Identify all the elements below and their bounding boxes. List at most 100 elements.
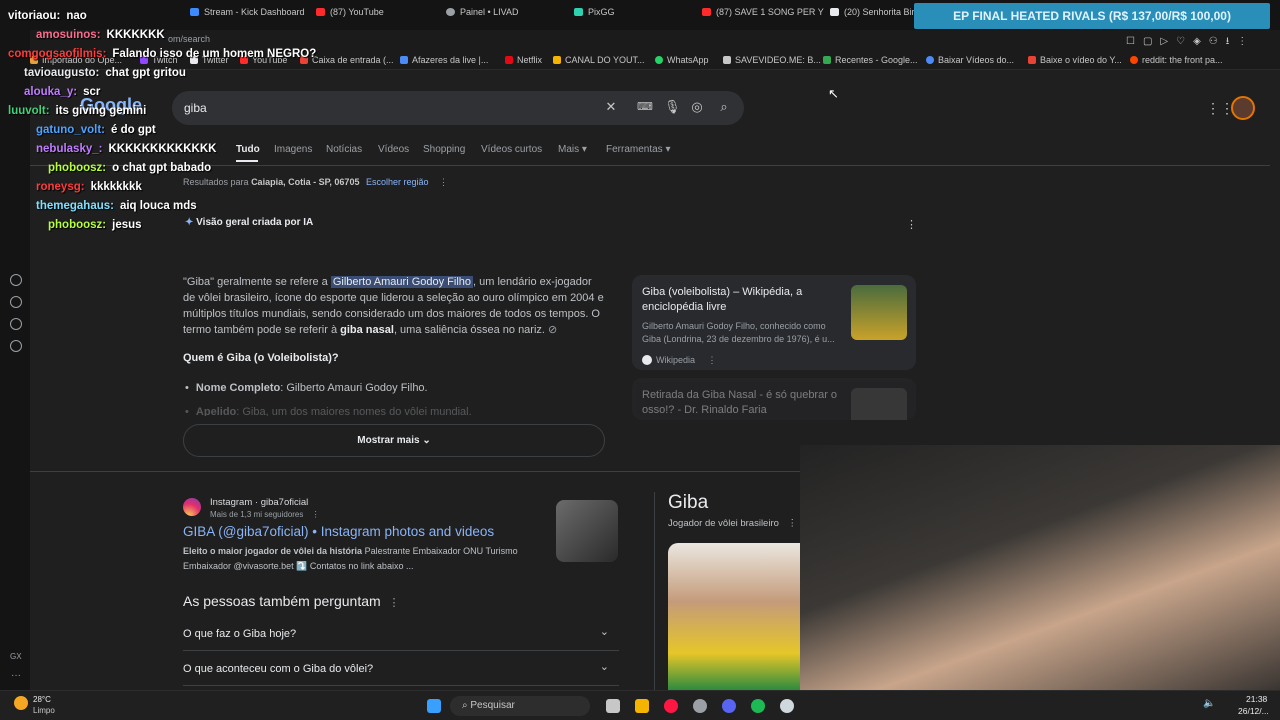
more-options-icon[interactable]: ⋮ (439, 177, 448, 187)
mouse-cursor: ↖ (828, 86, 839, 101)
windows-start-icon[interactable] (427, 699, 441, 713)
chat-message: phoboosz: o chat gpt babado (48, 162, 212, 174)
more-options-icon[interactable]: ⋮ (788, 518, 798, 529)
bookmark-item[interactable]: WhatsApp (655, 55, 709, 65)
tab-ferramentas[interactable]: Ferramentas ▾ (606, 144, 671, 155)
history-icon[interactable] (10, 296, 22, 308)
search-icon: ⌕ (462, 700, 468, 711)
result-thumbnail[interactable] (556, 500, 618, 562)
kp-main-image[interactable] (668, 543, 808, 690)
more-options-icon[interactable]: ⋮ (389, 597, 400, 609)
file-explorer-icon[interactable] (635, 699, 649, 713)
source-snippet: Gilberto Amauri Godoy Filho, conhecido c… (642, 321, 835, 344)
clock-time[interactable]: 21:38 (1246, 694, 1267, 704)
spotify-icon[interactable] (751, 699, 765, 713)
chat-message: gatuno_volt: é do gpt (36, 124, 156, 136)
bookmark-item[interactable]: Afazeres da live |... (400, 55, 488, 65)
source-thumbnail (851, 388, 907, 420)
app-icon[interactable] (780, 699, 794, 713)
clear-icon[interactable]: ✕ (604, 100, 618, 114)
chat-message: alouka_y: scr (24, 86, 101, 98)
source-title[interactable]: Giba (voleibolista) – Wikipédia, a encic… (642, 285, 842, 315)
weather-temp[interactable]: 28°C (33, 695, 51, 704)
settings-icon[interactable] (10, 340, 22, 352)
result-followers: Mais de 1,3 mi seguidores ⋮ (210, 510, 320, 519)
apps-grid-icon[interactable]: ⋮⋮ (1206, 100, 1234, 117)
taskbar-search[interactable]: ⌕ Pesquisar (450, 696, 590, 716)
reddit-icon (1130, 56, 1138, 64)
bookmark-item[interactable]: Baixar Vídeos do... (926, 55, 1014, 65)
tab-videos[interactable]: Vídeos (378, 144, 409, 155)
ai-subheading: Quem é Giba (o Voleibolista)? (183, 352, 339, 364)
ai-list-item: • Nome Completo: Gilberto Amauri Godoy F… (185, 382, 428, 394)
tab-pixgg[interactable]: PixGG (574, 7, 615, 17)
bookmark-item[interactable]: Baixe o vídeo do Y... (1028, 55, 1122, 65)
notion-icon (400, 56, 408, 64)
bookmark-item[interactable]: reddit: the front pa... (1130, 55, 1223, 65)
bookmark-item[interactable]: Netflix (505, 55, 542, 65)
x-icon (830, 8, 839, 16)
result-snippet: Eleito o maior jogador de vôlei da histó… (183, 546, 518, 571)
show-more-button[interactable]: Mostrar mais ⌄ (183, 424, 605, 457)
livad-icon (446, 8, 455, 16)
search-icon[interactable]: ⌕ (717, 100, 731, 114)
taskbar: 28°C Limpo ⌕ Pesquisar 🔈 21:38 26/12/... (0, 690, 1280, 720)
ai-overview-text: "Giba" geralmente se refere a Gilberto A… (183, 276, 604, 336)
discord-icon[interactable] (722, 699, 736, 713)
tab-shopping[interactable]: Shopping (423, 144, 465, 155)
keyboard-icon[interactable]: ⌨ (637, 100, 653, 114)
chat-message: roneysg: kkkkkkkk (36, 181, 142, 193)
choose-region-link[interactable]: Escolher região (366, 177, 429, 187)
more-options-icon[interactable]: ⋮ (312, 510, 320, 519)
tab-x[interactable]: (20) Senhorita Bira (830, 7, 920, 17)
bookmark-item[interactable]: CANAL DO YOUT... (553, 55, 645, 65)
avatar[interactable] (1231, 96, 1255, 120)
tab-mais[interactable]: Mais ▾ (558, 144, 587, 155)
opera-gx-icon[interactable] (664, 699, 678, 713)
volume-icon[interactable]: 🔈 (1203, 698, 1215, 709)
goal-banner: EP FINAL HEATED RIVALS (R$ 137,00/R$ 100… (914, 3, 1270, 29)
weather-icon (14, 696, 28, 710)
gx-icon[interactable]: GX (10, 652, 22, 661)
mic-icon[interactable]: 🎙 (664, 100, 681, 114)
divider (654, 492, 655, 692)
tab-youtube-song[interactable]: (87) SAVE 1 SONG PER Y (702, 7, 824, 17)
clock-date[interactable]: 26/12/... (1238, 706, 1269, 716)
paa-question[interactable]: O que aconteceu com o Giba do vôlei? ⌄ (183, 652, 619, 686)
drive-icon (553, 56, 561, 64)
source-site: Wikipedia ⋮ (642, 355, 717, 366)
chat-message: comgogsaofilmis: Falando isso de um homem… (8, 48, 317, 60)
netflix-icon (505, 56, 513, 64)
task-view-icon[interactable] (606, 699, 620, 713)
source-card[interactable]: Retirada da Giba Nasal - é só quebrar o … (632, 378, 916, 420)
more-options-icon[interactable]: ⋮ (708, 355, 717, 365)
lens-icon[interactable]: ◎ (690, 100, 704, 114)
chat-message: nebulasky_: KKKKKKKKKKKKK (36, 143, 217, 155)
chat-message: phoboosz: jesus (48, 219, 142, 231)
more-icon[interactable]: ··· (11, 670, 21, 681)
link-icon[interactable]: ⊘ (548, 324, 557, 336)
extensions-icon[interactable] (10, 318, 22, 330)
kp-title: Giba (668, 492, 709, 513)
weather-desc: Limpo (33, 706, 55, 715)
savevideo-icon (723, 56, 731, 64)
result-title-link[interactable]: GIBA (@giba7oficial) • Instagram photos … (183, 524, 494, 539)
more-options-icon[interactable]: ⋮ (906, 218, 917, 231)
ai-list-item: • Apelido: Giba, um dos maiores nomes do… (185, 406, 472, 416)
kp-subtitle: Jogador de vôlei brasileiro ⋮ (668, 518, 798, 529)
toolbar-icons: ☐▢▷♡◈⚇⭳⋮ (1126, 36, 1256, 47)
obs-icon[interactable] (693, 699, 707, 713)
paa-question[interactable]: O que faz o Giba hoje? ⌄ (183, 617, 619, 651)
youtube-icon (702, 8, 711, 16)
source-title[interactable]: Retirada da Giba Nasal - é só quebrar o … (642, 388, 842, 418)
tab-videos-curtos[interactable]: Vídeos curtos (481, 144, 542, 155)
bookmark-item[interactable]: Recentes - Google... (823, 55, 918, 65)
wikipedia-icon (642, 355, 652, 365)
pixgg-icon (574, 8, 583, 16)
chevron-down-icon: ⌄ (599, 661, 609, 673)
source-card[interactable]: Giba (voleibolista) – Wikipédia, a encic… (632, 275, 916, 370)
bookmark-item[interactable]: SAVEVIDEO.ME: B... (723, 55, 821, 65)
download-icon (926, 56, 934, 64)
tab-livad[interactable]: Painel • LIVAD (446, 7, 519, 17)
sidebar-icon[interactable] (10, 274, 22, 286)
